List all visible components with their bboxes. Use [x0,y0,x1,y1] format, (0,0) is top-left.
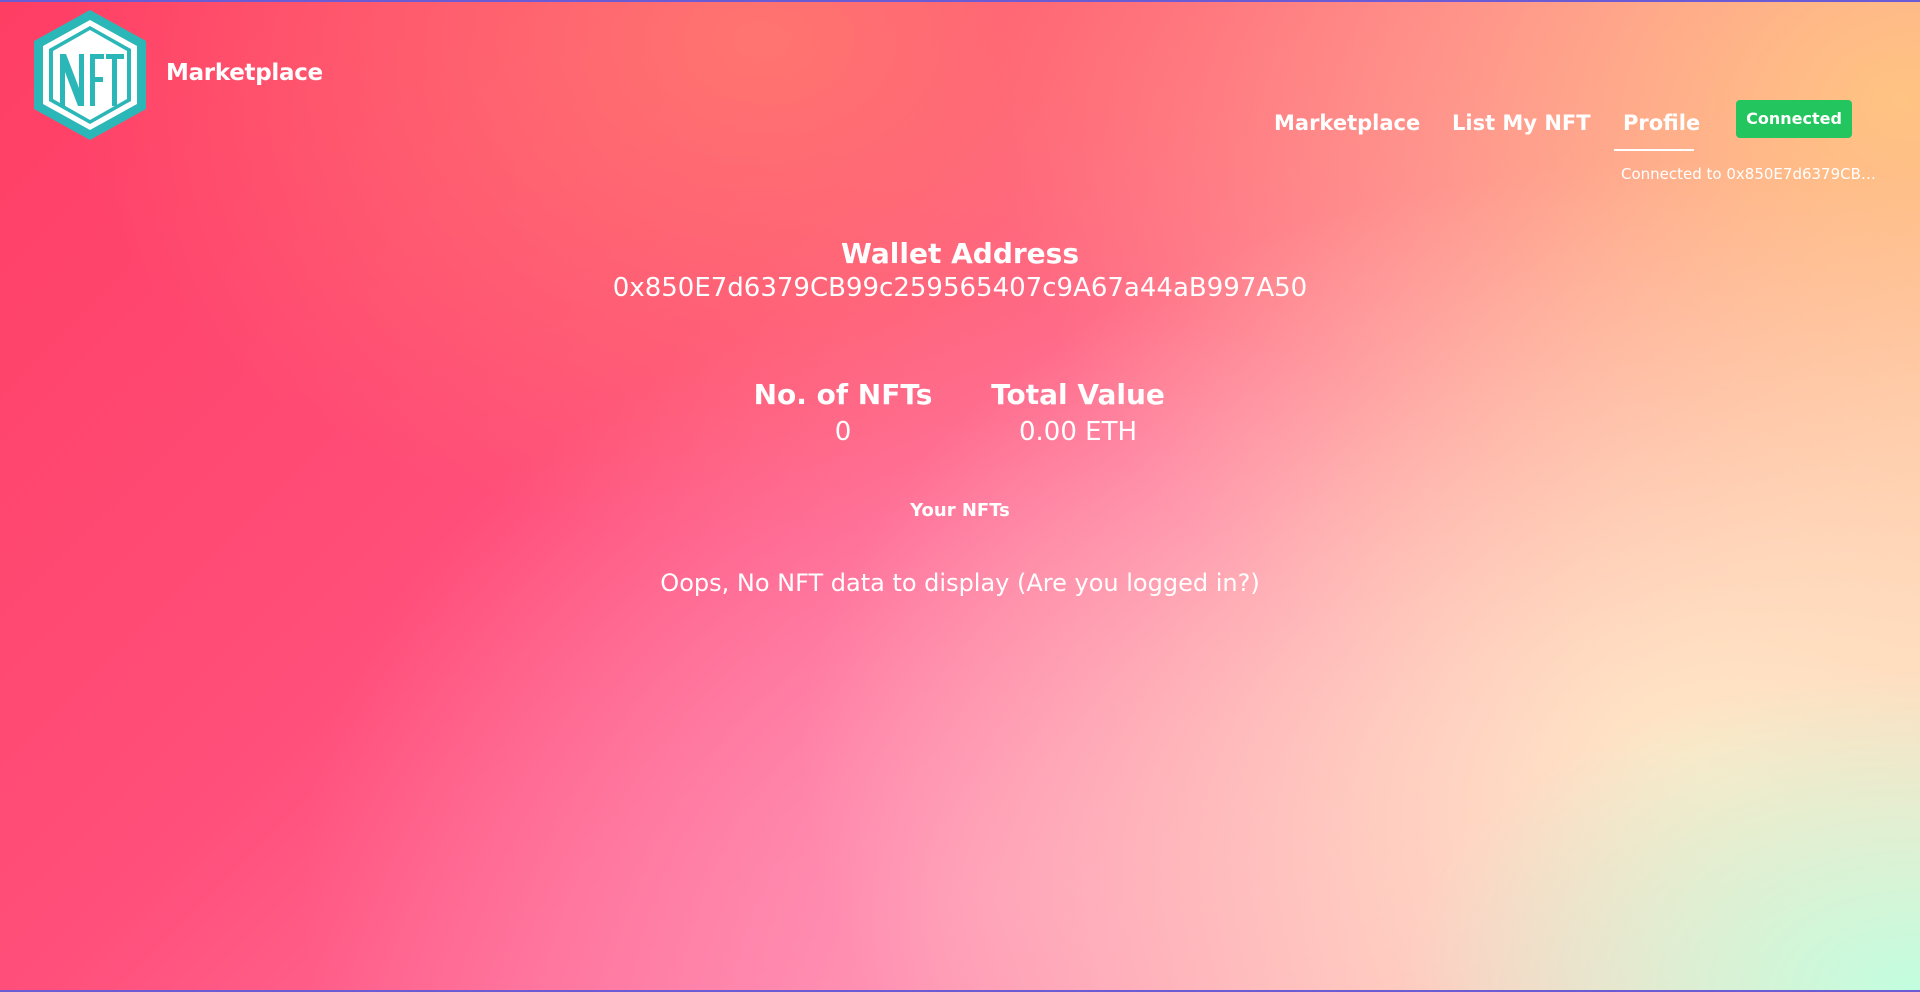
nft-count-value: 0 [834,417,852,447]
empty-nft-message: Oops, No NFT data to display (Are you lo… [660,569,1260,597]
nav-profile[interactable]: Profile [1623,111,1700,135]
nft-count-label: No. of NFTs [753,378,933,411]
wallet-address-value: 0x850E7d6379CB99c259565407c9A67a44aB997A… [612,273,1308,303]
nft-count-stat: No. of NFTs 0 [743,378,943,447]
total-value-value: 0.00 ETH [1018,417,1137,447]
nav-list-my-nft[interactable]: List My NFT [1452,111,1591,135]
wallet-address-heading: Wallet Address [841,237,1079,270]
nav-marketplace[interactable]: Marketplace [1274,111,1420,135]
active-nav-underline [1614,149,1694,151]
brand-title: Marketplace [166,60,323,86]
wallet-connect-button[interactable]: Connected [1736,100,1852,138]
total-value-label: Total Value [991,378,1165,411]
connection-status-text: Connected to 0x850E7d6379CB9... [1621,165,1881,183]
top-border-line [0,0,1920,2]
total-value-stat: Total Value 0.00 ETH [978,378,1178,447]
your-nfts-heading: Your NFTs [910,500,1010,521]
nft-logo-icon[interactable] [30,8,150,142]
